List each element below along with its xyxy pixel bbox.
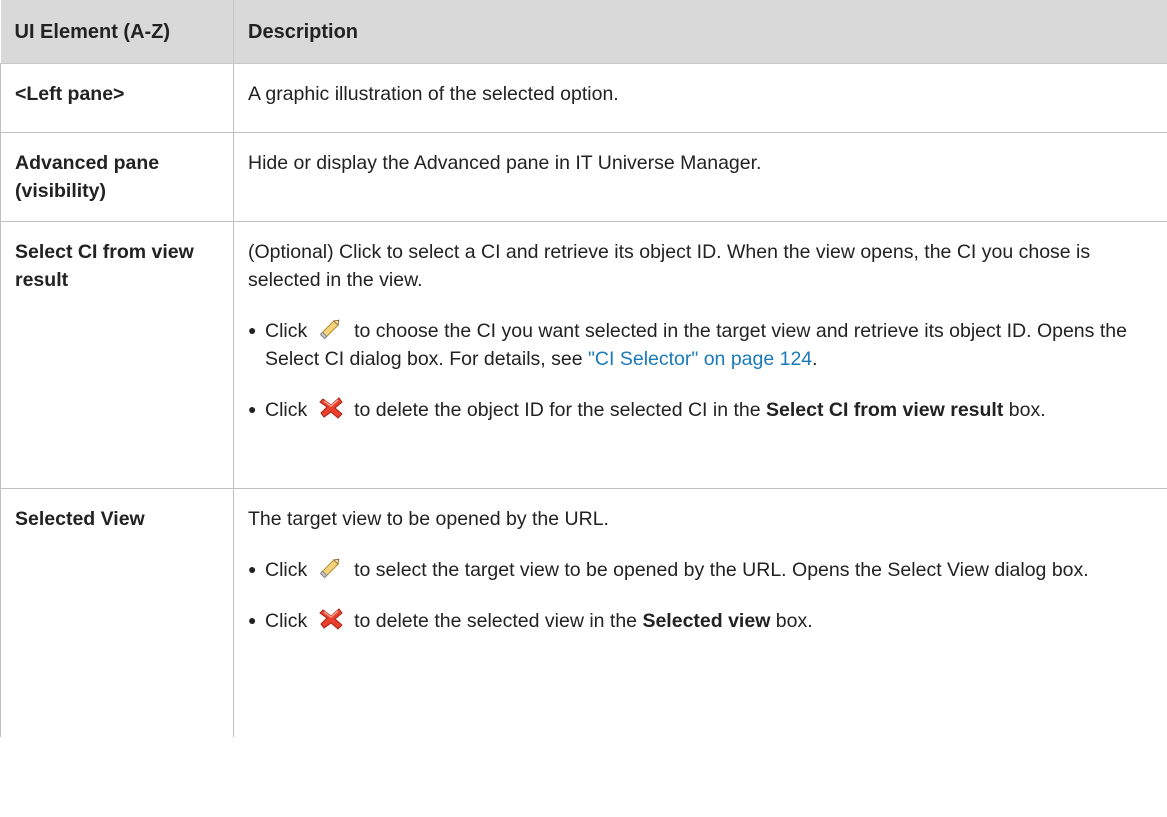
description-text: A graphic illustration of the selected o… [248, 83, 619, 105]
pencil-icon [317, 555, 345, 579]
ui-element-description: Hide or display the Advanced pane in IT … [233, 132, 1167, 222]
bullet-text: to select the target view to be opened b… [348, 559, 1089, 581]
header-description: Description [233, 0, 1167, 64]
description-text: Hide or display the Advanced pane in IT … [248, 152, 762, 174]
header-ui-element: UI Element (A-Z) [0, 0, 234, 64]
table-row: Advanced pane (visibility) Hide or displ… [0, 132, 1167, 222]
bullet-list: ● Click to choose the CI you want select… [248, 316, 1144, 424]
bullet-text: to delete the object ID for the selected… [348, 399, 766, 421]
description-text: The target view to be opened by the URL. [248, 508, 609, 530]
list-item: ● Click to delete the selected view in t… [248, 606, 1144, 635]
ui-elements-table: UI Element (A-Z) Description <Left pane>… [0, 0, 1167, 737]
bullet-icon: ● [248, 561, 257, 577]
bold-field-name: Selected view [642, 610, 771, 632]
delete-x-icon [317, 395, 345, 419]
description-text: (Optional) Click to select a CI and retr… [248, 241, 1091, 291]
list-item: ● Click to delete the object ID for the … [248, 395, 1144, 424]
bullet-suffix: . [812, 348, 818, 370]
ui-element-description: (Optional) Click to select a CI and retr… [233, 221, 1167, 489]
table-row: Selected View The target view to be open… [0, 488, 1167, 738]
table-header-row: UI Element (A-Z) Description [0, 0, 1167, 64]
delete-x-icon [317, 606, 345, 630]
click-prefix: Click [265, 320, 313, 342]
bullet-icon: ● [248, 401, 257, 417]
list-item: ● Click to select the target view to be … [248, 555, 1144, 584]
ui-element-description: A graphic illustration of the selected o… [233, 63, 1167, 133]
bold-field-name: Select CI from view result [766, 399, 1004, 421]
bullet-list: ● Click to select the target view to be … [248, 555, 1144, 635]
ci-selector-link[interactable]: "CI Selector" on page 124 [588, 348, 812, 370]
ui-element-name: Selected View [0, 488, 234, 737]
click-prefix: Click [265, 610, 313, 632]
bullet-suffix: box. [770, 610, 813, 632]
bullet-icon: ● [248, 322, 257, 338]
pencil-icon [317, 316, 345, 340]
ui-element-name: Select CI from view result [0, 221, 234, 489]
click-prefix: Click [265, 399, 313, 421]
list-item: ● Click to choose the CI you want select… [248, 316, 1144, 373]
bullet-icon: ● [248, 612, 257, 628]
ui-element-name: <Left pane> [0, 63, 234, 133]
ui-element-description: The target view to be opened by the URL.… [234, 489, 1167, 738]
table-row: <Left pane> A graphic illustration of th… [0, 63, 1167, 133]
ui-element-name: Advanced pane (visibility) [0, 132, 234, 222]
table-row: Select CI from view result (Optional) Cl… [0, 221, 1167, 489]
bullet-text: to delete the selected view in the [348, 610, 643, 632]
bullet-suffix: box. [1003, 399, 1046, 421]
click-prefix: Click [265, 559, 313, 581]
document-page: UI Element (A-Z) Description <Left pane>… [0, 0, 1167, 817]
